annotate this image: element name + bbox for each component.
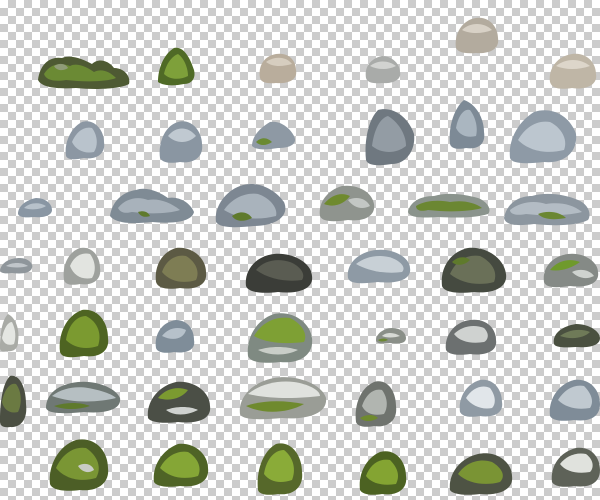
rock-dark-stone: [244, 250, 314, 294]
rock-mossy-flat-stone: [44, 378, 122, 414]
rock-blue-grey-stone: [508, 106, 578, 164]
rock-beige-stone: [258, 52, 298, 84]
rock-mossy-grey-stone: [318, 182, 376, 222]
rock-flat-mossy-slab: [406, 190, 492, 218]
rock-beige-stone: [454, 16, 500, 54]
rock-blue-grey-stone: [154, 318, 196, 354]
rock-dark-blue-stone: [364, 106, 416, 166]
rock-mossy-dark-stone: [448, 448, 514, 496]
rock-blue-grey-stone: [64, 118, 106, 160]
rock-moss-covered-stone: [358, 448, 408, 496]
rock-flat-mossy-slab: [502, 190, 592, 226]
rock-beige-stone: [548, 50, 598, 90]
rock-mossy-stone: [156, 44, 196, 86]
rock-mossy-blue-stone: [250, 118, 298, 150]
rock-white-grey-stone: [550, 444, 600, 488]
rock-mossy-cluster: [36, 50, 132, 90]
transparency-canvas: [0, 0, 600, 500]
rock-moss-covered-stone: [152, 440, 210, 488]
rock-blue-grey-stone: [346, 246, 412, 284]
rock-moss-covered-stone: [58, 308, 110, 358]
rock-moss-covered-stone: [246, 310, 314, 364]
rock-small-grey-stone: [374, 326, 408, 344]
rock-mossy-dark-stone: [146, 378, 212, 424]
rock-white-blue-stone: [458, 378, 504, 418]
rock-blue-grey-stone: [548, 376, 600, 422]
rock-white-grey-stone: [62, 246, 102, 286]
rock-mossy-grey-stone: [542, 250, 600, 288]
rock-grey-stone: [0, 256, 34, 274]
rock-mossy-dark-stone: [154, 246, 208, 290]
rock-grey-stone: [444, 316, 498, 356]
rock-white-stone: [0, 312, 20, 352]
rock-grey-stone: [364, 54, 402, 84]
rock-moss-covered-stone: [48, 436, 110, 492]
rock-mossy-blue-stone: [214, 180, 290, 228]
rock-blue-grey-stone: [448, 98, 486, 150]
rock-moss-covered-stone: [256, 440, 304, 496]
rock-flat-blue-cluster: [108, 184, 196, 224]
rock-dark-mossy-stone: [440, 244, 508, 294]
rock-mossy-dark-stone: [0, 372, 28, 428]
rock-dark-mossy-stone: [552, 322, 600, 348]
rock-blue-grey-stone: [16, 196, 54, 218]
rock-moss-covered-stone: [238, 372, 328, 420]
rock-mossy-grey-stone: [354, 378, 398, 428]
rock-blue-grey-stone: [158, 118, 204, 164]
